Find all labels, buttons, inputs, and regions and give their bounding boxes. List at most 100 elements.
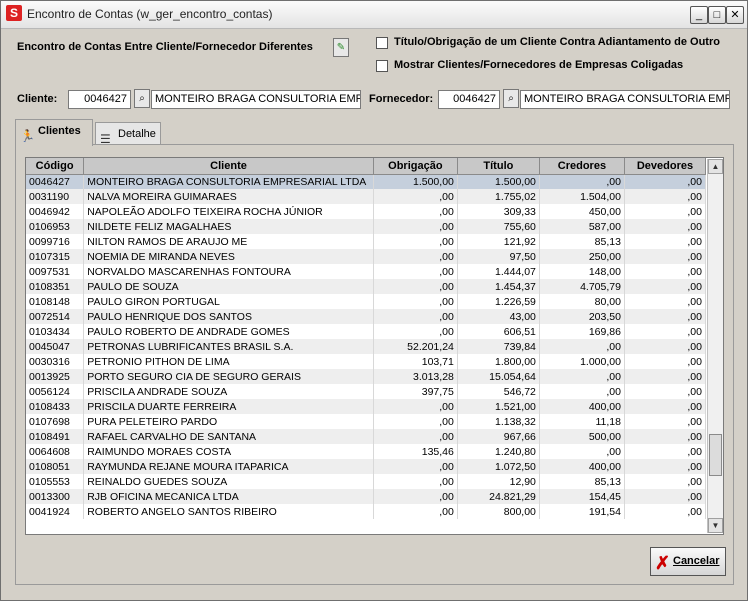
table-row[interactable]: 0107315 NOEMIA DE MIRANDA NEVES ,00 97,50 25… xyxy=(26,249,707,264)
scroll-thumb[interactable] xyxy=(709,434,722,476)
cell-obrigacao: 397,75 xyxy=(373,384,458,399)
cell-credores: 250,00 xyxy=(539,249,625,264)
title-bar[interactable]: S Encontro de Contas (w_ger_encontro_con… xyxy=(1,1,747,29)
table-row[interactable]: 0045047 PETRONAS LUBRIFICANTES BRASIL S.A… xyxy=(26,339,707,354)
fornecedor-lookup-icon[interactable]: ⌕ xyxy=(503,89,519,108)
cell-devedores: ,00 xyxy=(624,204,707,219)
cell-devedores: ,00 xyxy=(624,309,707,324)
table-row[interactable]: 0046942 NAPOLEÃO ADOLFO TEIXEIRA ROCHA JÚ… xyxy=(26,204,707,219)
table-row[interactable]: 0041924 ROBERTO ANGELO SANTOS RIBEIRO ,00 8… xyxy=(26,504,707,519)
cell-codigo: 0030316 xyxy=(26,354,85,369)
table-row[interactable]: 0031190 NALVA MOREIRA GUIMARAES ,00 1.755,0… xyxy=(26,189,707,204)
table-row[interactable]: 0097531 NORVALDO MASCARENHAS FONTOURA ,00 1… xyxy=(26,264,707,279)
table-row[interactable]: 0056124 PRISCILA ANDRADE SOUZA 397,75 546,7… xyxy=(26,384,707,399)
cell-obrigacao: 1.500,00 xyxy=(373,174,458,189)
titulo-checkbox[interactable] xyxy=(376,37,388,49)
table-row[interactable]: 0108491 RAFAEL CARVALHO DE SANTANA ,00 967,… xyxy=(26,429,707,444)
cell-titulo: 967,66 xyxy=(457,429,540,444)
close-x-icon: ✗ xyxy=(655,553,671,573)
col-titulo[interactable]: Título xyxy=(457,158,540,175)
cell-codigo: 0046427 xyxy=(26,174,85,189)
coligadas-checkbox-label: Mostrar Clientes/Fornecedores de Empresa… xyxy=(394,59,684,71)
cell-credores: 4.705,79 xyxy=(539,279,625,294)
window-title: Encontro de Contas (w_ger_encontro_conta… xyxy=(27,7,273,21)
tab-clientes[interactable]: 🏃 Clientes xyxy=(15,119,93,146)
table-row[interactable]: 0107698 PURA PELETEIRO PARDO ,00 1.138,32 11… xyxy=(26,414,707,429)
cell-obrigacao: 3.013,28 xyxy=(373,369,458,384)
cell-devedores: ,00 xyxy=(624,234,707,249)
cell-cliente: REINALDO GUEDES SOUZA xyxy=(83,474,374,489)
cell-codigo: 0108351 xyxy=(26,279,85,294)
cell-titulo: 800,00 xyxy=(457,504,540,519)
cancel-button-label: Cancelar xyxy=(673,555,720,567)
cell-cliente: PURA PELETEIRO PARDO xyxy=(83,414,374,429)
cell-credores: 11,18 xyxy=(539,414,625,429)
cell-obrigacao: ,00 xyxy=(373,294,458,309)
table-row[interactable]: 0030316 PETRONIO PITHON DE LIMA 103,71 1.80… xyxy=(26,354,707,369)
cell-obrigacao: 103,71 xyxy=(373,354,458,369)
cell-cliente: PAULO ROBERTO DE ANDRADE GOMES xyxy=(83,324,374,339)
vertical-scrollbar[interactable]: ▲ ▼ xyxy=(707,159,723,533)
table-row[interactable]: 0099716 NILTON RAMOS DE ARAUJO ME ,00 121,9… xyxy=(26,234,707,249)
cell-titulo: 97,50 xyxy=(457,249,540,264)
col-devedores[interactable]: Devedores xyxy=(624,158,707,175)
cell-devedores: ,00 xyxy=(624,339,707,354)
cell-cliente: PRISCILA DUARTE FERREIRA xyxy=(83,399,374,414)
table-body: 0046427 MONTEIRO BRAGA CONSULTORIA EMPRES… xyxy=(26,174,707,519)
cell-obrigacao: ,00 xyxy=(373,489,458,504)
close-button[interactable]: ✕ xyxy=(726,6,744,24)
cliente-lookup-icon[interactable]: ⌕ xyxy=(134,89,150,108)
col-cliente[interactable]: Cliente xyxy=(83,158,374,175)
cell-cliente: RAFAEL CARVALHO DE SANTANA xyxy=(83,429,374,444)
table-row[interactable]: 0064608 RAIMUNDO MORAES COSTA 135,46 1.240,… xyxy=(26,444,707,459)
scroll-up-icon[interactable]: ▲ xyxy=(708,159,723,174)
table-row[interactable]: 0108148 PAULO GIRON PORTUGAL ,00 1.226,59 80… xyxy=(26,294,707,309)
col-codigo[interactable]: Código xyxy=(26,158,85,175)
filter-icon[interactable]: ✎ xyxy=(333,38,349,57)
cell-credores: ,00 xyxy=(539,444,625,459)
cell-credores: 154,45 xyxy=(539,489,625,504)
table-row[interactable]: 0108351 PAULO DE SOUZA ,00 1.454,37 4.705,79… xyxy=(26,279,707,294)
cell-obrigacao: ,00 xyxy=(373,279,458,294)
cell-obrigacao: ,00 xyxy=(373,474,458,489)
cell-obrigacao: 52.201,24 xyxy=(373,339,458,354)
scroll-down-icon[interactable]: ▼ xyxy=(708,518,723,533)
cell-titulo: 546,72 xyxy=(457,384,540,399)
cell-cliente: NAPOLEÃO ADOLFO TEIXEIRA ROCHA JÚNIOR xyxy=(83,204,374,219)
table-row[interactable]: 0046427 MONTEIRO BRAGA CONSULTORIA EMPRES… xyxy=(26,174,707,189)
table-row[interactable]: 0072514 PAULO HENRIQUE DOS SANTOS ,00 43,00… xyxy=(26,309,707,324)
col-obrigacao[interactable]: Obrigação xyxy=(373,158,458,175)
table-row[interactable]: 0105553 REINALDO GUEDES SOUZA ,00 12,90 85,1… xyxy=(26,474,707,489)
cell-devedores: ,00 xyxy=(624,384,707,399)
cell-codigo: 0041924 xyxy=(26,504,85,519)
cell-credores: 1.504,00 xyxy=(539,189,625,204)
cell-titulo: 121,92 xyxy=(457,234,540,249)
cell-titulo: 1.226,59 xyxy=(457,294,540,309)
col-credores[interactable]: Credores xyxy=(539,158,625,175)
maximize-button[interactable]: □ xyxy=(708,6,726,24)
main-window: S Encontro de Contas (w_ger_encontro_con… xyxy=(0,0,748,601)
fornecedor-code-input[interactable]: 0046427 xyxy=(438,90,500,109)
table-row[interactable]: 0103434 PAULO ROBERTO DE ANDRADE GOMES ,00… xyxy=(26,324,707,339)
clientes-grid[interactable]: Código Cliente Obrigação Título Credores… xyxy=(25,157,724,535)
cell-cliente: ROBERTO ANGELO SANTOS RIBEIRO xyxy=(83,504,374,519)
table-row[interactable]: 0013925 PORTO SEGURO CIA DE SEGURO GERAIS… xyxy=(26,369,707,384)
cell-devedores: ,00 xyxy=(624,354,707,369)
coligadas-checkbox[interactable] xyxy=(376,60,388,72)
cell-obrigacao: ,00 xyxy=(373,459,458,474)
tab-panel: Código Cliente Obrigação Título Credores… xyxy=(15,144,734,585)
table-row[interactable]: 0106953 NILDETE FELIZ MAGALHAES ,00 755,60 5… xyxy=(26,219,707,234)
cell-credores: 203,50 xyxy=(539,309,625,324)
cliente-code-input[interactable]: 0046427 xyxy=(68,90,131,109)
minimize-button[interactable]: _ xyxy=(690,6,708,24)
table-row[interactable]: 0108051 RAYMUNDA REJANE MOURA ITAPARICA ,0… xyxy=(26,459,707,474)
table-row[interactable]: 0013300 RJB OFICINA MECANICA LTDA ,00 24.82… xyxy=(26,489,707,504)
cell-obrigacao: ,00 xyxy=(373,399,458,414)
cell-cliente: MONTEIRO BRAGA CONSULTORIA EMPRESARIAL L… xyxy=(83,174,374,189)
fornecedor-label: Fornecedor: xyxy=(369,93,434,105)
table-row[interactable]: 0108433 PRISCILA DUARTE FERREIRA ,00 1.521,… xyxy=(26,399,707,414)
cancel-button[interactable]: ✗ Cancelar xyxy=(650,547,726,576)
cell-obrigacao: ,00 xyxy=(373,429,458,444)
cell-titulo: 309,33 xyxy=(457,204,540,219)
cell-cliente: NILDETE FELIZ MAGALHAES xyxy=(83,219,374,234)
